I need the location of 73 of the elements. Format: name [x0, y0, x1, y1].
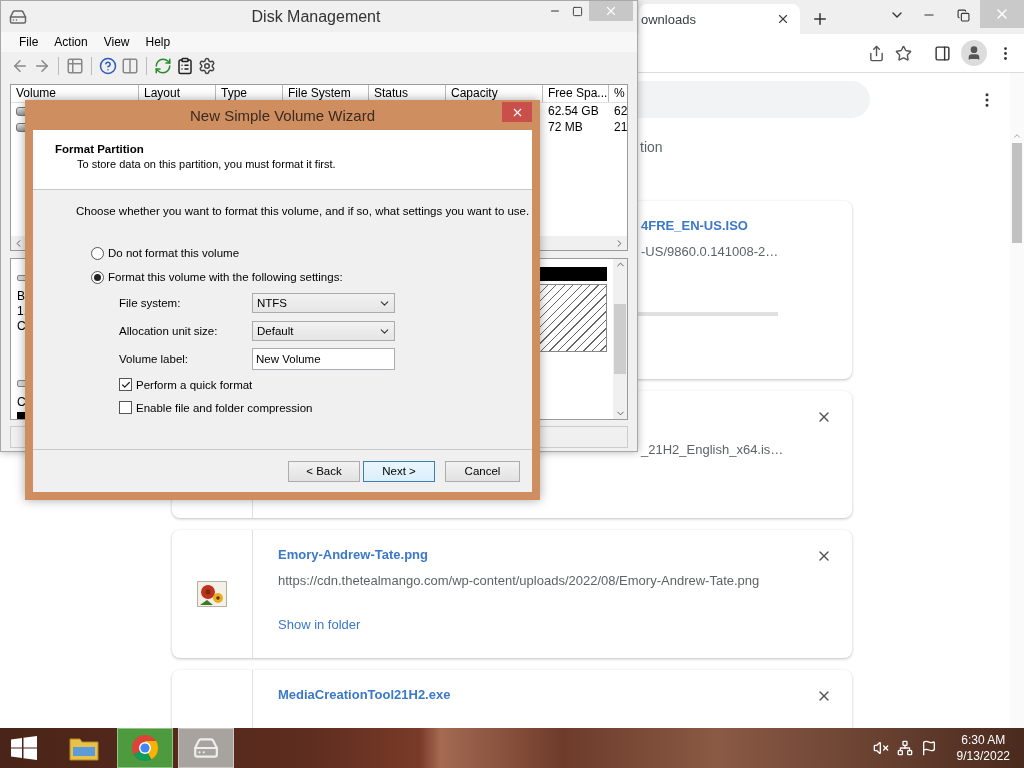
- windows-logo-icon: [11, 736, 37, 760]
- file-url: _21H2_English_x64.is…: [639, 442, 785, 458]
- disk-label: C: [17, 394, 27, 410]
- field-label: File system:: [119, 297, 182, 309]
- check-icon: [120, 379, 131, 390]
- file-name-link[interactable]: Emory-Andrew-Tate.png: [278, 547, 827, 563]
- folder-icon: [69, 735, 99, 761]
- menu-item[interactable]: Help: [145, 35, 171, 49]
- close-icon: [604, 4, 618, 18]
- disk-drive-icon: [193, 735, 219, 761]
- column-header[interactable]: %: [609, 85, 627, 102]
- window-title: Disk Management: [250, 7, 382, 26]
- menu-item[interactable]: View: [103, 35, 130, 49]
- close-button[interactable]: [502, 102, 532, 122]
- instruction-text: Choose whether you want to format this volume, and if so, what settings you want to use.: [76, 205, 531, 217]
- help-icon[interactable]: [99, 57, 117, 75]
- dialog-button[interactable]: < Back: [288, 460, 360, 482]
- scroll-thumb[interactable]: [614, 304, 626, 374]
- dialog-button[interactable]: Cancel: [445, 460, 520, 482]
- dialog-title: New Simple Volume Wizard: [188, 106, 377, 124]
- menu-item[interactable]: Action: [54, 35, 88, 49]
- network-icon[interactable]: [896, 740, 913, 756]
- refresh-icon[interactable]: [154, 57, 172, 75]
- star-icon[interactable]: [895, 44, 912, 62]
- column-header[interactable]: Free Spa...: [543, 85, 609, 102]
- volume-muted-icon[interactable]: [872, 740, 889, 756]
- dropdown[interactable]: Default: [252, 321, 395, 341]
- disk-drive-icon: [9, 7, 27, 26]
- show-in-folder-link[interactable]: Show in folder: [278, 617, 361, 633]
- profile-avatar[interactable]: [961, 40, 987, 66]
- settings-icon[interactable]: [198, 57, 216, 75]
- forward-arrow-icon[interactable]: [33, 57, 51, 75]
- radio-option[interactable]: Do not format this volume: [91, 241, 240, 265]
- checkbox-option[interactable]: Enable file and folder compression: [119, 396, 313, 419]
- close-icon[interactable]: [776, 12, 790, 26]
- new-tab-icon[interactable]: [811, 10, 829, 28]
- scroll-thumb[interactable]: [1012, 143, 1022, 243]
- page-heading: Format Partition: [55, 143, 145, 155]
- menu-item[interactable]: File: [19, 35, 39, 49]
- field-label: Volume label:: [119, 353, 190, 365]
- browser-logo-icon: [131, 734, 159, 762]
- clock[interactable]: 6:30 AM 9/13/2022: [956, 732, 1010, 764]
- table-cell-text: 62.54 GB: [547, 103, 600, 119]
- vertical-scrollbar[interactable]: [613, 259, 627, 419]
- input-field[interactable]: New Volume: [252, 348, 395, 370]
- file-url: https://cdn.thetealmango.com/wp-content/uploads/2022/08/Emory-Andrew-Tate.png: [278, 573, 761, 589]
- checkbox-option[interactable]: Perform a quick format: [119, 373, 253, 396]
- action-pane-icon[interactable]: [121, 57, 139, 75]
- scrollbar[interactable]: [1010, 73, 1024, 728]
- table-cell-text: 62: [613, 103, 627, 119]
- heading-text: tion: [640, 139, 664, 155]
- image-file-icon: [197, 581, 227, 607]
- table-cell-text: 72 MB: [547, 119, 584, 135]
- share-icon[interactable]: [868, 44, 885, 62]
- flag-icon[interactable]: [920, 740, 937, 756]
- radio-option[interactable]: Format this volume with the following settings:: [91, 265, 343, 289]
- page-subtitle: To store data on this partition, you must format it first.: [76, 157, 337, 170]
- partition-header: [539, 267, 607, 281]
- unallocated-partition[interactable]: [539, 284, 607, 352]
- dropdown[interactable]: NTFS: [252, 293, 395, 313]
- disk-label: C: [17, 319, 27, 335]
- file-url: -US/9860.0.141008-2…: [640, 244, 780, 260]
- table-cell-text: 21: [613, 119, 627, 135]
- properties-icon[interactable]: [176, 57, 194, 75]
- dialog-button[interactable]: Next >: [363, 460, 435, 482]
- browser-tab[interactable]: ownloads: [639, 4, 800, 34]
- console-tree-icon[interactable]: [66, 57, 84, 75]
- restore-icon[interactable]: [956, 8, 970, 22]
- side-panel-icon[interactable]: [934, 44, 951, 62]
- file-name-link[interactable]: MediaCreationTool21H2.exe: [278, 687, 827, 703]
- disk-label: B: [17, 289, 26, 305]
- maximize-icon[interactable]: [571, 5, 583, 17]
- field-label: Allocation unit size:: [119, 325, 219, 337]
